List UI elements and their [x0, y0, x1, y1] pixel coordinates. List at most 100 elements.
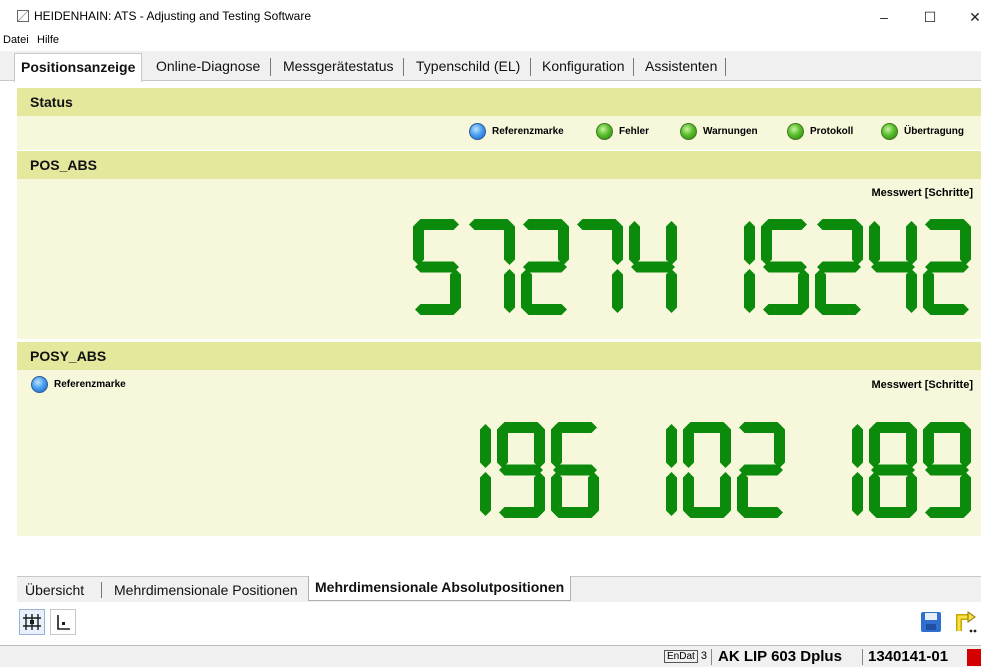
- segment-f: [413, 221, 424, 265]
- window-title: HEIDENHAIN: ATS - Adjusting and Testing …: [34, 9, 312, 23]
- segment-b: [906, 424, 917, 468]
- segment-d: [523, 304, 567, 315]
- digit-1: [480, 424, 491, 516]
- tab-typenschild[interactable]: Typenschild (EL): [410, 55, 526, 81]
- segment-e: [869, 472, 880, 516]
- indicator-label: Warnungen: [703, 126, 758, 137]
- indicator-label: Protokoll: [810, 126, 854, 137]
- segment-c: [588, 472, 599, 516]
- main-tab-bar: Positionsanzeige Online-Diagnose Messger…: [0, 51, 981, 82]
- segment-b: [504, 221, 515, 265]
- close-button[interactable]: ✕: [960, 6, 981, 28]
- digit-0: [683, 422, 731, 518]
- digit-1: [666, 424, 677, 516]
- menu-datei[interactable]: Datei: [3, 34, 29, 46]
- digit-4: [869, 221, 917, 313]
- segment-g: [523, 261, 567, 273]
- digit-1: [852, 424, 863, 516]
- digit-2: [737, 422, 785, 518]
- tab-separator: [633, 58, 634, 76]
- segment-f: [869, 424, 880, 468]
- led-green-icon: [787, 123, 804, 140]
- posy-abs-unit-label: Messwert [Schritte]: [871, 379, 973, 391]
- digit-4: [629, 221, 677, 313]
- segment-b: [906, 221, 917, 265]
- segment-b: [558, 221, 569, 265]
- status-separator: [862, 649, 863, 665]
- pos-abs-header: POS_ABS: [17, 151, 981, 179]
- indicator-label: Fehler: [619, 126, 650, 137]
- segment-b: [960, 424, 971, 468]
- pos-abs-body: Messwert [Schritte]: [17, 179, 981, 339]
- segment-g: [817, 261, 861, 273]
- digit-8: [869, 422, 917, 518]
- tab-assistenten[interactable]: Assistenten: [639, 55, 723, 81]
- save-icon[interactable]: [918, 609, 944, 635]
- segment-f: [497, 424, 508, 468]
- tab-konfiguration[interactable]: Konfiguration: [536, 55, 631, 81]
- tab-mehrdimensionale-positionen[interactable]: Mehrdimensionale Positionen: [114, 579, 298, 601]
- tab-mehrdimensionale-absolutpositionen[interactable]: Mehrdimensionale Absolutpositionen: [308, 576, 572, 601]
- digit-9: [923, 422, 971, 518]
- segment-g: [925, 261, 969, 273]
- menu-bar: Datei Hilfe: [0, 34, 981, 50]
- posy-indicator-referenzmarke: Referenzmarke: [31, 376, 126, 393]
- pos-abs-unit-label: Messwert [Schritte]: [871, 187, 973, 199]
- segment-b: [666, 221, 677, 265]
- segment-d: [763, 304, 807, 315]
- segment-d: [817, 304, 861, 315]
- led-blue-icon: [469, 123, 486, 140]
- segment-d: [739, 507, 783, 518]
- segment-c: [852, 472, 863, 516]
- segment-g: [871, 464, 915, 476]
- title-bar: HEIDENHAIN: ATS - Adjusting and Testing …: [0, 0, 981, 34]
- axis-icon[interactable]: [50, 609, 76, 635]
- tab-separator: [403, 58, 404, 76]
- minimize-button[interactable]: –: [869, 6, 899, 28]
- interface-version: 3: [700, 650, 707, 662]
- segment-g: [415, 261, 459, 273]
- menu-hilfe[interactable]: Hilfe: [37, 34, 59, 46]
- segment-f: [551, 424, 562, 468]
- segment-d: [415, 304, 459, 315]
- tab-separator: [270, 58, 271, 76]
- digit-7: [577, 219, 623, 313]
- indicator-referenzmarke: Referenzmarke: [469, 123, 564, 140]
- segment-g: [763, 261, 807, 273]
- segment-g: [499, 464, 543, 476]
- indicator-warnungen: Warnungen: [680, 123, 758, 140]
- indicator-uebertragung: Übertragung: [881, 123, 964, 140]
- segment-b: [774, 424, 785, 468]
- segment-c: [504, 269, 515, 313]
- tab-uebersicht[interactable]: Übersicht: [25, 579, 84, 601]
- tab-separator: [530, 58, 531, 76]
- segment-d: [925, 304, 969, 315]
- segment-g: [631, 261, 675, 273]
- tab-separator: [725, 58, 726, 76]
- segment-c: [666, 472, 677, 516]
- segment-d: [499, 507, 543, 518]
- exit-icon[interactable]: [951, 609, 977, 635]
- digit-7: [469, 219, 515, 313]
- tab-positionsanzeige[interactable]: Positionsanzeige: [14, 53, 143, 82]
- segment-g: [925, 464, 969, 476]
- tab-online-diagnose[interactable]: Online-Diagnose: [150, 55, 266, 81]
- segment-b: [666, 424, 677, 468]
- maximize-button[interactable]: ☐: [915, 6, 945, 28]
- status-body: Referenzmarke Fehler Warnungen Protokoll…: [17, 116, 981, 150]
- segment-c: [612, 269, 623, 313]
- segment-e: [683, 472, 694, 516]
- endat-icon: EnDat: [664, 650, 698, 663]
- grid-icon[interactable]: [19, 609, 45, 635]
- device-id: 1340141-01: [868, 648, 949, 665]
- app-window: HEIDENHAIN: ATS - Adjusting and Testing …: [0, 0, 981, 667]
- segment-g: [553, 464, 597, 476]
- tab-messgeraetestatus[interactable]: Messgerätestatus: [277, 55, 400, 81]
- digit-5: [413, 219, 461, 315]
- led-blue-icon: [31, 376, 48, 393]
- position-display-panel: Status Referenzmarke Fehler Warnungen Pr…: [17, 86, 981, 576]
- indicator-label: Referenzmarke: [492, 126, 564, 137]
- app-logo-icon: [17, 10, 29, 22]
- segment-b: [852, 424, 863, 468]
- segment-g: [871, 261, 915, 273]
